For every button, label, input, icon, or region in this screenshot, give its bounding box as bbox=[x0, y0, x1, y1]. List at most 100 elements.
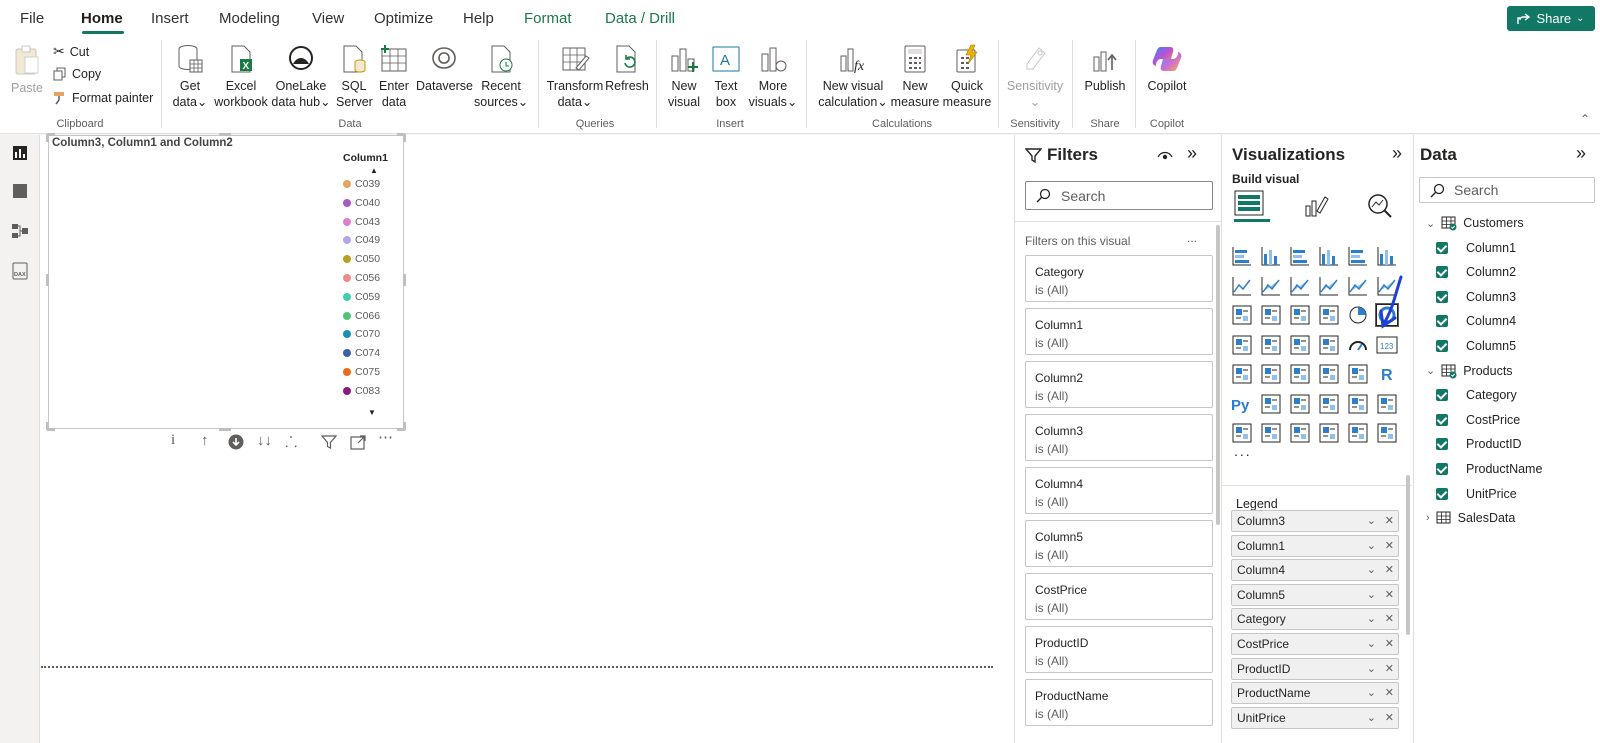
legend-item[interactable]: C070 bbox=[343, 328, 380, 340]
new-visual-calculation-button[interactable]: fx New visual calculation⌄ bbox=[816, 44, 890, 110]
drill-up-icon[interactable]: ↑ bbox=[201, 432, 209, 449]
legend-item[interactable]: C075 bbox=[343, 366, 380, 378]
multi-row-card-icon[interactable] bbox=[1231, 363, 1253, 385]
waterfall-chart-icon[interactable] bbox=[1260, 304, 1282, 326]
field-checkbox[interactable] bbox=[1436, 487, 1448, 500]
field-item[interactable]: UnitPrice bbox=[1436, 487, 1517, 501]
line-chart-icon[interactable] bbox=[1231, 275, 1253, 297]
resize-handle[interactable] bbox=[46, 274, 49, 286]
legend-item[interactable]: C040 bbox=[343, 197, 380, 209]
new-measure-button[interactable]: New measure bbox=[890, 44, 940, 110]
field-checkbox[interactable] bbox=[1436, 315, 1448, 328]
filter-icon[interactable] bbox=[321, 434, 337, 450]
paste-button[interactable]: Paste bbox=[10, 44, 44, 96]
more-visuals-icon[interactable]: ... bbox=[1234, 443, 1252, 459]
table-icon[interactable] bbox=[1318, 363, 1340, 385]
field-item[interactable]: Column1 bbox=[1436, 241, 1516, 255]
legend-item[interactable]: C056 bbox=[343, 272, 380, 284]
table-view-icon[interactable] bbox=[10, 181, 30, 201]
data-search-input[interactable]: Search bbox=[1419, 177, 1595, 203]
stacked-column-chart-icon[interactable] bbox=[1260, 245, 1282, 267]
scrollbar[interactable] bbox=[1216, 225, 1220, 525]
filled-map-icon[interactable] bbox=[1289, 334, 1311, 356]
field-checkbox[interactable] bbox=[1436, 241, 1448, 254]
collapse-pane-icon[interactable]: » bbox=[1392, 143, 1402, 164]
100-stacked-column-chart-icon[interactable] bbox=[1376, 245, 1398, 267]
paginated-report-icon[interactable] bbox=[1231, 422, 1253, 444]
more-options-icon[interactable]: ⋯ bbox=[378, 428, 393, 446]
pie-chart-icon[interactable] bbox=[1347, 304, 1369, 326]
key-influencers-icon[interactable] bbox=[1260, 393, 1282, 415]
card-new-icon[interactable] bbox=[1260, 422, 1282, 444]
more-visuals-button[interactable]: More visuals⌄ bbox=[748, 44, 798, 110]
remove-field-icon[interactable]: ✕ bbox=[1385, 659, 1400, 679]
clustered-bar-chart-icon[interactable] bbox=[1289, 245, 1311, 267]
get-data-button[interactable]: Get data⌄ bbox=[168, 44, 212, 110]
remove-field-icon[interactable]: ✕ bbox=[1385, 634, 1400, 654]
field-item[interactable]: ProductID bbox=[1436, 437, 1522, 451]
100-stacked-bar-chart-icon[interactable] bbox=[1347, 245, 1369, 267]
chevron-down-icon[interactable]: ⌄ bbox=[1367, 609, 1382, 629]
metrics-icon[interactable] bbox=[1376, 393, 1398, 415]
funnel-chart-icon[interactable] bbox=[1289, 304, 1311, 326]
filter-card[interactable]: Column1 is (All) bbox=[1025, 308, 1213, 355]
resize-handle[interactable] bbox=[403, 422, 406, 430]
go-to-next-level-icon[interactable]: ↓↓ bbox=[257, 432, 272, 449]
filter-card[interactable]: Category is (All) bbox=[1025, 255, 1213, 302]
field-well-item[interactable]: Category ⌄ ✕ bbox=[1231, 608, 1399, 631]
info-icon[interactable]: i bbox=[171, 432, 175, 449]
recent-sources-button[interactable]: Recent sources⌄ bbox=[474, 44, 528, 110]
scatter-chart-icon[interactable] bbox=[1318, 304, 1340, 326]
100-stacked-area-chart-icon[interactable] bbox=[1318, 275, 1340, 297]
gauge-icon[interactable] bbox=[1347, 334, 1369, 356]
menu-home[interactable]: Home bbox=[81, 10, 123, 27]
ribbon-chart-icon[interactable] bbox=[1231, 304, 1253, 326]
legend-item[interactable]: C039 bbox=[343, 178, 380, 190]
sql-server-button[interactable]: SQL Server bbox=[336, 44, 373, 110]
legend-item[interactable]: C066 bbox=[343, 310, 380, 322]
chevron-down-icon[interactable]: ⌄ bbox=[1367, 511, 1382, 531]
map-icon[interactable] bbox=[1260, 334, 1282, 356]
button-slicer-icon[interactable] bbox=[1347, 422, 1369, 444]
field-well-item[interactable]: Column3 ⌄ ✕ bbox=[1231, 510, 1399, 532]
field-checkbox[interactable] bbox=[1436, 340, 1448, 352]
filter-card[interactable]: ProductID is (All) bbox=[1025, 626, 1213, 673]
field-checkbox[interactable] bbox=[1436, 463, 1448, 475]
menu-help[interactable]: Help bbox=[463, 10, 494, 27]
filter-card[interactable]: Column2 is (All) bbox=[1025, 361, 1213, 408]
share-button[interactable]: Share ⌄ bbox=[1507, 6, 1595, 31]
field-checkbox[interactable] bbox=[1436, 438, 1448, 451]
new-visual-button[interactable]: New visual bbox=[664, 44, 704, 110]
scrollbar[interactable] bbox=[1406, 475, 1410, 635]
dataverse-button[interactable]: Dataverse bbox=[416, 44, 473, 94]
quick-measure-button[interactable]: Quick measure bbox=[942, 44, 992, 110]
chevron-down-icon[interactable]: ⌄ bbox=[1367, 560, 1382, 580]
field-item[interactable]: CostPrice bbox=[1436, 413, 1520, 427]
table-node[interactable]: ⌄ Products bbox=[1426, 363, 1513, 379]
chevron-down-icon[interactable]: ⌄ bbox=[1367, 536, 1382, 556]
publish-button[interactable]: Publish bbox=[1080, 44, 1130, 94]
kpi-icon[interactable] bbox=[1260, 363, 1282, 385]
chevron-down-icon[interactable]: ⌄ bbox=[1367, 634, 1382, 654]
filter-card[interactable]: Column4 is (All) bbox=[1025, 467, 1213, 514]
cut-button[interactable]: ✂ Cut bbox=[53, 43, 89, 60]
field-well-item[interactable]: ProductID ⌄ ✕ bbox=[1231, 657, 1400, 680]
analytics-icon[interactable] bbox=[1367, 193, 1393, 219]
field-checkbox[interactable] bbox=[1436, 290, 1448, 303]
chevron-down-icon[interactable]: ⌄ bbox=[1367, 683, 1382, 703]
power-automate-icon[interactable] bbox=[1318, 422, 1340, 444]
chevron-down-icon[interactable]: ⌄ bbox=[1426, 217, 1435, 230]
field-well-item[interactable]: ProductName ⌄ ✕ bbox=[1231, 682, 1400, 705]
menu-view[interactable]: View bbox=[312, 10, 344, 27]
field-item[interactable]: Column4 bbox=[1436, 314, 1516, 328]
enter-data-button[interactable]: Enter data bbox=[377, 44, 411, 110]
copilot-button[interactable]: Copilot bbox=[1142, 44, 1192, 94]
stacked-area-chart-icon[interactable] bbox=[1289, 275, 1311, 297]
field-well-item[interactable]: Column1 ⌄ ✕ bbox=[1231, 534, 1399, 557]
field-checkbox[interactable] bbox=[1436, 413, 1448, 426]
resize-handle[interactable] bbox=[219, 428, 231, 431]
qa-icon[interactable] bbox=[1318, 393, 1340, 415]
refresh-button[interactable]: Refresh bbox=[604, 44, 650, 94]
onelake-data-hub-button[interactable]: OneLake data hub⌄ bbox=[271, 44, 331, 110]
remove-field-icon[interactable]: ✕ bbox=[1385, 683, 1400, 703]
